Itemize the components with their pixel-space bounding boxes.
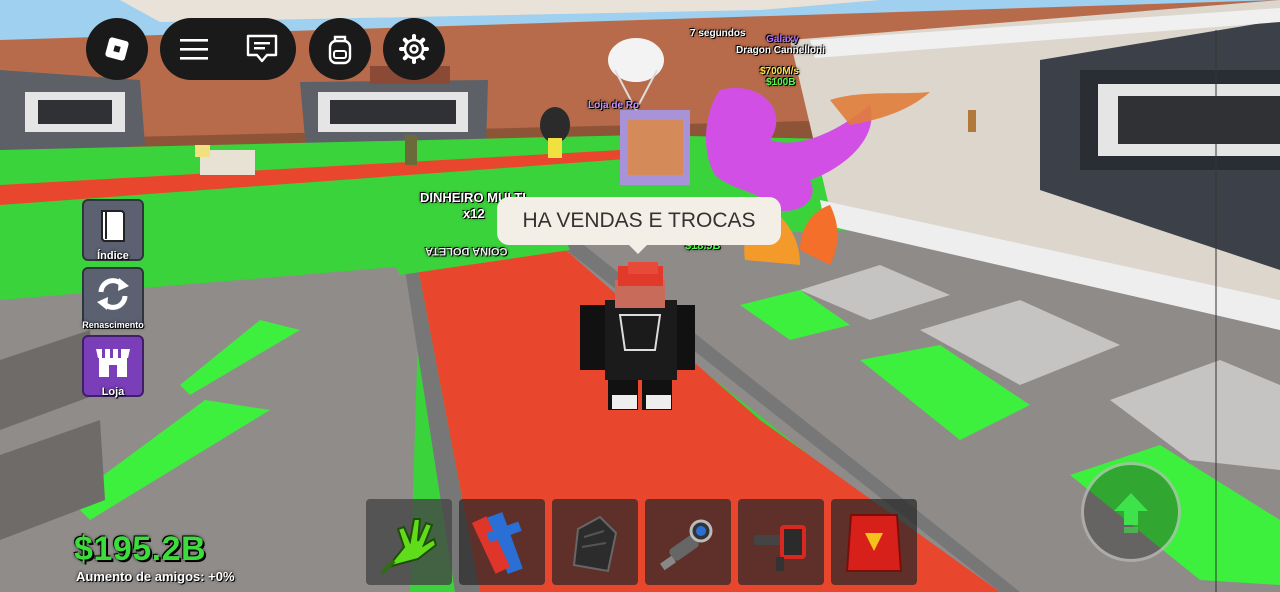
menu-button[interactable]	[160, 18, 228, 80]
brainrot-income: $700M/s	[760, 66, 799, 77]
chat-icon	[246, 34, 278, 63]
multiplier-value: x12	[463, 206, 485, 221]
hotbar-slot-1[interactable]	[366, 499, 452, 585]
brainrot-rarity: Galaxy	[766, 34, 799, 45]
dark-cloak-icon	[572, 515, 618, 573]
chat-button[interactable]	[228, 18, 296, 80]
roblox-logo-icon	[105, 37, 129, 61]
red-cape-icon	[845, 514, 903, 572]
gear-icon	[399, 34, 429, 64]
menu-chat-group	[160, 18, 296, 80]
backpack-icon	[328, 35, 352, 65]
settings-button[interactable]	[383, 18, 445, 80]
green-glove-icon	[380, 518, 438, 575]
brainrot-price: $100B	[766, 77, 796, 88]
blue-red-figure-icon	[471, 512, 523, 574]
brainrot-name: Dragon Cannelloni	[736, 45, 825, 56]
hotbar-slot-6[interactable]	[831, 499, 917, 585]
rebirth-label: Renascimento	[82, 320, 144, 330]
rebirth-button[interactable]: Renascimento	[82, 267, 144, 330]
index-label: Índice	[97, 250, 129, 262]
shop-label: Loja	[101, 386, 125, 398]
roblox-menu-button[interactable]	[86, 18, 148, 80]
hotbar-slot-3[interactable]	[552, 499, 638, 585]
left-booth	[0, 70, 145, 160]
money-counter: $195.2B	[74, 530, 207, 568]
jump-button[interactable]	[1081, 462, 1181, 562]
jump-arrow-icon	[1114, 493, 1148, 533]
chat-bubble: HA VENDAS E TROCAS	[497, 197, 781, 254]
index-button[interactable]: Índice	[82, 199, 144, 262]
hotbar-slot-2[interactable]	[459, 499, 545, 585]
rebirth-arrows-icon	[97, 278, 129, 310]
red-turret-icon	[754, 525, 806, 571]
floor-text: COINA DOLETA	[425, 245, 508, 257]
book-icon	[101, 210, 125, 242]
hotbar-slot-5[interactable]	[738, 499, 824, 585]
hamburger-menu-icon	[180, 39, 208, 60]
shop-sign: Loja de Ro	[588, 100, 640, 111]
hotbar-slot-4[interactable]	[645, 499, 731, 585]
friend-boost-label: Aumento de amigos: +0%	[76, 569, 235, 584]
shop-crate	[620, 110, 690, 185]
shop-button[interactable]: Loja	[82, 335, 144, 398]
timer-label: 7 segundos	[690, 28, 746, 39]
shop-icon	[96, 349, 130, 377]
backpack-button[interactable]	[309, 18, 371, 80]
flashlight-icon	[659, 519, 713, 571]
